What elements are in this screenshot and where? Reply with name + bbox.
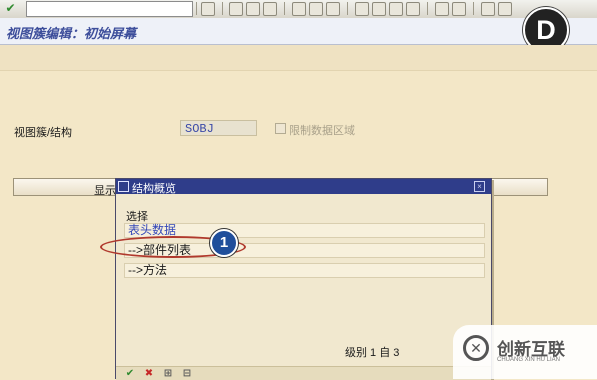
expand-icon[interactable]: ⊞ [162,368,174,379]
save-icon[interactable] [201,2,215,16]
watermark-logo-icon: ✕ [463,335,489,361]
cancel-icon[interactable] [263,2,277,16]
cancel-x-icon[interactable]: ✖ [143,368,155,379]
application-toolbar [0,45,597,71]
first-page-icon[interactable] [355,2,369,16]
toolbar-separator [222,2,223,15]
close-icon[interactable]: × [474,181,485,192]
print-icon[interactable] [292,2,306,16]
exit-icon[interactable] [246,2,260,16]
select-label: 选择 [126,211,148,223]
toolbar-separator [427,2,428,15]
watermark: ✕ 创新互联 CHUANG XIN HU LIAN [453,325,597,379]
structure-overview-dialog: 结构概览 × 选择 表头数据 -->部件列表 -->方法 级别 1 自 3 ✔ … [115,178,492,380]
next-page-icon[interactable] [389,2,403,16]
dialog-title-bar: 结构概览 × [116,179,491,195]
shortcut-icon[interactable] [452,2,466,16]
help-icon[interactable] [481,2,495,16]
command-field[interactable] [26,1,193,17]
dialog-title: 结构概览 [132,183,176,195]
screen-title: 视图簇编辑：初始屏幕 [6,26,137,41]
dialog-footer: ✔ ✖ ⊞ ⊟ [116,366,491,380]
enter-check-icon[interactable]: ✔ [3,1,18,16]
collapse-icon[interactable]: ⊟ [181,368,193,379]
toolbar-separator [347,2,348,15]
restrict-data-label: 限制数据区域 [289,125,355,137]
back-icon[interactable] [229,2,243,16]
step-marker-badge: 1 [210,229,238,257]
find-icon[interactable] [309,2,323,16]
system-toolbar: ✔ [0,0,597,19]
view-cluster-input[interactable]: SOBJ [180,120,257,136]
dialog-window-icon [118,181,129,192]
previous-page-icon[interactable] [372,2,386,16]
layout-icon[interactable] [498,2,512,16]
new-session-icon[interactable] [435,2,449,16]
watermark-subtext: CHUANG XIN HU LIAN [497,357,561,363]
display-button-label: 显示 [94,185,116,197]
toolbar-separator [196,2,197,15]
toolbar-separator [473,2,474,15]
level-indicator: 级别 1 自 3 [345,347,400,359]
view-cluster-label: 视图簇/结构 [14,127,73,139]
last-page-icon[interactable] [406,2,420,16]
option-method[interactable]: -->方法 [124,263,485,278]
screen-title-bar: 视图簇编辑：初始屏幕 [0,18,597,45]
confirm-check-icon[interactable]: ✔ [124,368,136,379]
find-next-icon[interactable] [326,2,340,16]
restrict-data-checkbox[interactable] [275,123,286,134]
toolbar-separator [284,2,285,15]
